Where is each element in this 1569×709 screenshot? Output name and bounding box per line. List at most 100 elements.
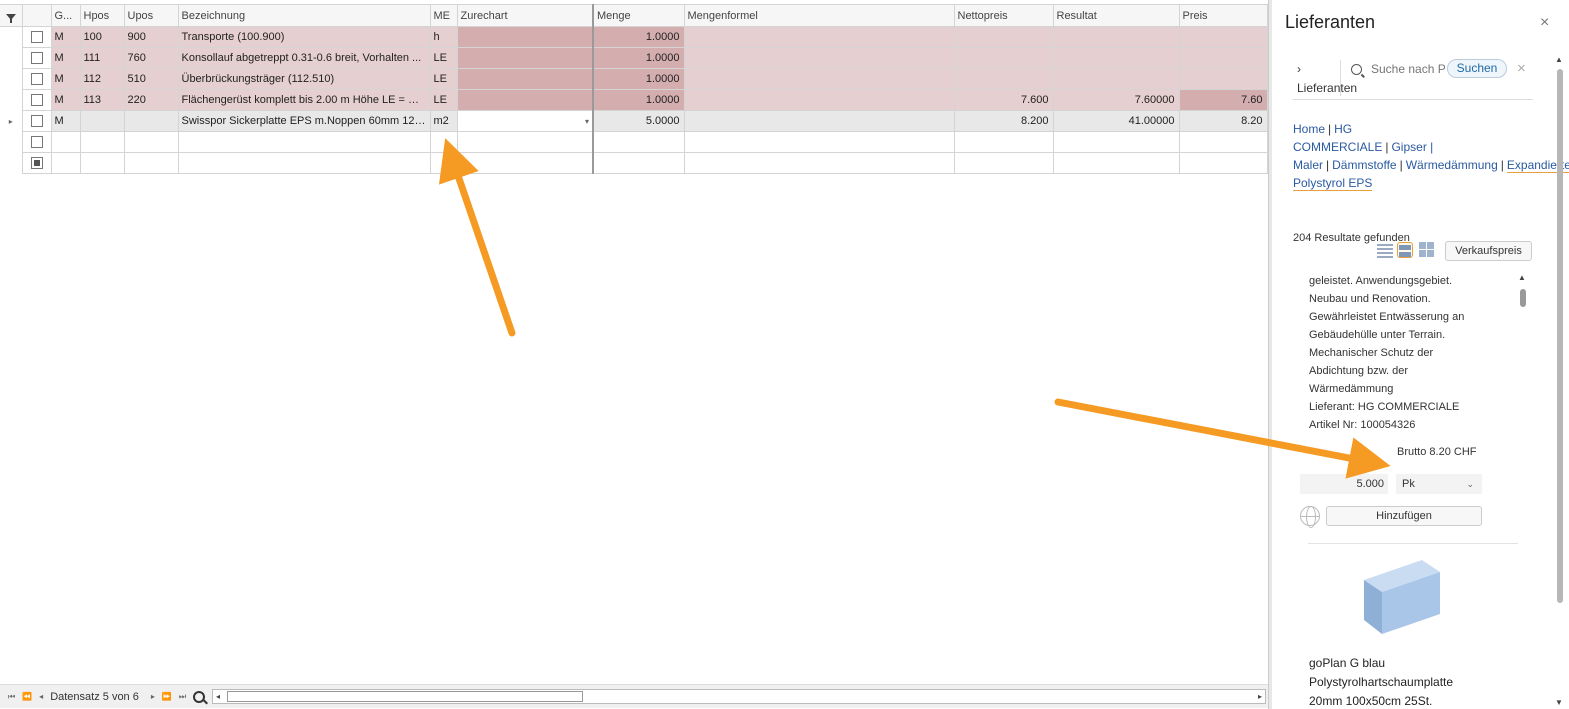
cell-hpos[interactable]: 111 (79, 47, 125, 69)
cell-hpos[interactable]: 113 (79, 89, 125, 111)
close-icon[interactable]: × (1540, 14, 1549, 32)
price-mode-button[interactable]: Verkaufspreis (1445, 241, 1532, 261)
cell-zurechart[interactable] (456, 26, 594, 48)
filter-icon[interactable] (0, 4, 23, 27)
cell-upos[interactable]: 510 (123, 68, 179, 90)
scroll-left-icon[interactable]: ◂ (216, 692, 220, 701)
cell-preis[interactable] (1178, 68, 1268, 90)
cell-menge[interactable]: 5.0000 (592, 110, 685, 132)
row-checkbox[interactable] (30, 94, 43, 107)
breadcrumb-daemmstoffe[interactable]: Dämmstoffe (1332, 158, 1396, 172)
cell-me[interactable]: m2 (429, 110, 458, 132)
header-me[interactable]: ME (429, 4, 458, 27)
list-view-icon[interactable] (1377, 242, 1393, 258)
cell-nettopreis[interactable]: 7.600 (953, 89, 1054, 111)
panel-scrollbar[interactable]: ▲ ▼ (1554, 55, 1566, 707)
results-scrollbar[interactable]: ▲ (1518, 273, 1528, 315)
last-record-button[interactable]: ⏭ (179, 692, 186, 702)
cell-me[interactable]: LE (429, 47, 458, 69)
header-mengenformel[interactable]: Mengenformel (683, 4, 955, 27)
cell-bezeichnung[interactable]: Flächengerüst komplett bis 2.00 m Höhe L… (177, 89, 431, 111)
globe-icon[interactable] (1300, 506, 1320, 528)
table-row[interactable]: M 112 510 Überbrückungsträger (112.510) … (0, 68, 1268, 90)
horizontal-scrollbar[interactable]: ◂ ▸ (212, 689, 1266, 704)
header-menge[interactable]: Menge (592, 4, 685, 27)
cell-resultat[interactable] (1052, 47, 1180, 69)
row-view-icon[interactable] (1397, 242, 1413, 258)
table-row-empty[interactable] (0, 131, 1268, 153)
table-row-new[interactable] (0, 152, 1268, 174)
next-page-button[interactable]: ⏩ (162, 692, 172, 701)
tab-lieferanten[interactable]: › Lieferanten (1293, 60, 1357, 96)
row-checkbox-indeterminate[interactable] (30, 157, 43, 170)
unit-select[interactable]: Pk ⌄ (1396, 474, 1482, 494)
scrollbar-thumb[interactable] (1557, 69, 1563, 603)
cell-mengenformel[interactable] (683, 68, 955, 90)
cell-g[interactable]: M (50, 26, 81, 48)
row-checkbox[interactable] (30, 115, 43, 128)
search-button[interactable]: Suchen (1447, 59, 1507, 78)
clear-search-icon[interactable]: × (1517, 60, 1526, 77)
cell-upos[interactable]: 220 (123, 89, 179, 111)
header-g[interactable]: G... (50, 4, 81, 27)
cell-zurechart[interactable] (456, 47, 594, 69)
chevron-down-icon[interactable]: ▾ (585, 117, 589, 126)
header-preis[interactable]: Preis (1178, 4, 1268, 27)
scrollbar-thumb[interactable] (1520, 289, 1526, 307)
cell-nettopreis[interactable]: 8.200 (953, 110, 1054, 132)
prev-page-button[interactable]: ⏪ (22, 692, 32, 701)
cell-mengenformel[interactable] (683, 110, 955, 132)
add-button[interactable]: Hinzufügen (1326, 506, 1482, 526)
grid-view-icon[interactable] (1419, 242, 1435, 258)
scroll-up-icon[interactable]: ▲ (1555, 55, 1563, 64)
row-checkbox[interactable] (30, 136, 43, 149)
table-row[interactable]: M 113 220 Flächengerüst komplett bis 2.0… (0, 89, 1268, 111)
quantity-field[interactable] (1300, 474, 1388, 494)
breadcrumb-home[interactable]: Home (1293, 122, 1325, 136)
cell-preis[interactable]: 7.60 (1178, 89, 1268, 111)
cell-g[interactable]: M (50, 68, 81, 90)
cell-hpos[interactable]: 112 (79, 68, 125, 90)
cell-mengenformel[interactable] (683, 26, 955, 48)
cell-nettopreis[interactable] (953, 47, 1054, 69)
cell-mengenformel[interactable] (683, 89, 955, 111)
product-image[interactable] (1360, 558, 1442, 636)
scroll-down-icon[interactable]: ▼ (1555, 698, 1563, 707)
prev-record-button[interactable]: ◂ (39, 692, 43, 701)
cell-resultat[interactable]: 41.00000 (1052, 110, 1180, 132)
scroll-right-icon[interactable]: ▸ (1258, 692, 1262, 701)
cell-upos[interactable]: 900 (123, 26, 179, 48)
row-checkbox[interactable] (30, 52, 43, 65)
header-hpos[interactable]: Hpos (79, 4, 125, 27)
scrollbar-thumb[interactable] (227, 691, 583, 702)
breadcrumb-waermedaemmung[interactable]: Wärmedämmung (1406, 158, 1498, 172)
cell-me[interactable]: h (429, 26, 458, 48)
cell-preis[interactable] (1178, 47, 1268, 69)
cell-zurechart[interactable] (456, 68, 594, 90)
cell-g[interactable]: M (50, 89, 81, 111)
row-checkbox[interactable] (30, 31, 43, 44)
cell-resultat[interactable]: 7.60000 (1052, 89, 1180, 111)
header-nettopreis[interactable]: Nettopreis (953, 4, 1054, 27)
cell-zurechart[interactable] (456, 89, 594, 111)
cell-hpos[interactable] (79, 110, 125, 132)
cell-menge[interactable]: 1.0000 (592, 89, 685, 111)
cell-me[interactable]: LE (429, 68, 458, 90)
cell-upos[interactable]: 760 (123, 47, 179, 69)
header-bezeichnung[interactable]: Bezeichnung (177, 4, 431, 27)
scroll-up-icon[interactable]: ▲ (1518, 273, 1526, 282)
zurechart-dropdown[interactable]: ▾ (456, 110, 594, 132)
cell-me[interactable]: LE (429, 89, 458, 111)
cell-g[interactable]: M (50, 47, 81, 69)
cell-bezeichnung[interactable]: Konsollauf abgetreppt 0.31-0.6 breit, Vo… (177, 47, 431, 69)
cell-menge[interactable]: 1.0000 (592, 26, 685, 48)
cell-menge[interactable]: 1.0000 (592, 47, 685, 69)
cell-bezeichnung[interactable]: Swisspor Sickerplatte EPS m.Noppen 60mm … (177, 110, 431, 132)
header-select[interactable] (21, 4, 52, 27)
header-upos[interactable]: Upos (123, 4, 179, 27)
cell-mengenformel[interactable] (683, 47, 955, 69)
cell-menge[interactable]: 1.0000 (592, 68, 685, 90)
cell-g[interactable]: M (50, 110, 81, 132)
header-resultat[interactable]: Resultat (1052, 4, 1180, 27)
cell-resultat[interactable] (1052, 68, 1180, 90)
